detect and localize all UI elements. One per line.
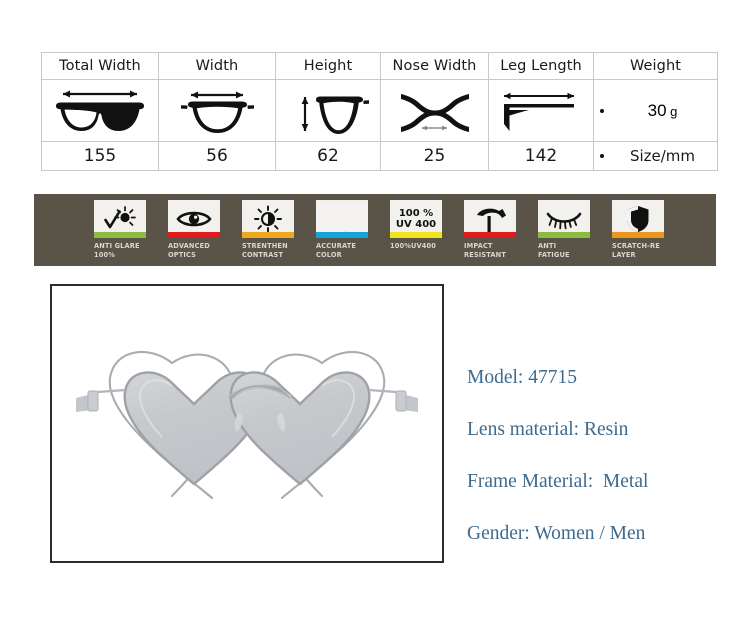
feature-scratch-resistant-layer: SCRATCH-RE LAYER [612, 200, 685, 260]
value-height: 62 [275, 141, 381, 171]
contrast-sun-icon [242, 203, 294, 236]
weight-unit-text: g [670, 103, 678, 119]
feature-tile [316, 200, 368, 238]
header-leg-length: Leg Length [488, 52, 594, 80]
value-nose-width: 25 [380, 141, 489, 171]
cell-total-width-icon [41, 79, 159, 142]
cell-width-icon [158, 79, 276, 142]
leg-length-icon [489, 82, 593, 139]
feature-label: SCRATCH-RE LAYER [612, 242, 660, 259]
weight-value-wrap: 30 g [608, 101, 717, 121]
value-size-unit: Size/mm [593, 141, 718, 171]
size-label: Size/mm [629, 147, 696, 165]
header-height: Height [275, 52, 381, 80]
feature-tile [94, 200, 146, 238]
feature-strengthen-contrast: STRENTHEN CONTRAST [242, 200, 315, 260]
product-photo-box [50, 284, 444, 563]
spec-line-model: Model: 47715 [467, 367, 577, 388]
tile-color-strip [168, 232, 220, 238]
nose-width-icon [381, 82, 488, 139]
tile-color-strip [538, 232, 590, 238]
header-total-width: Total Width [41, 52, 159, 80]
feature-label: 100%UV400 [390, 242, 436, 250]
tile-color-strip [390, 232, 442, 238]
value-total-width: 155 [41, 141, 159, 171]
lens-width-icon [159, 82, 275, 139]
feature-accurate-color: ACCURATE COLOR [316, 200, 389, 260]
bullet-icon [600, 108, 604, 113]
header-nose-width: Nose Width [380, 52, 489, 80]
feature-label: ACCURATE COLOR [316, 242, 357, 259]
feature-tile [168, 200, 220, 238]
feature-tile [538, 200, 590, 238]
cell-weight-value: 30 g [593, 79, 718, 142]
tile-color-strip [242, 232, 294, 238]
feature-advanced-optics: ADVANCED OPTICS [168, 200, 241, 260]
feature-label: ANTI FATIGUE [538, 242, 570, 259]
feature-list: ANTI GLARE 100% ADVANCED OPTICS STRENTHE… [34, 194, 716, 266]
cell-leg-length-icon [488, 79, 594, 142]
feature-label: ANTI GLARE 100% [94, 242, 140, 259]
value-leg-length: 142 [488, 141, 594, 171]
total-width-glasses-icon [42, 82, 158, 139]
feature-impact-resistant: IMPACT RESISTANT [464, 200, 537, 260]
spec-line-frame-material: Frame Material: Metal [467, 471, 649, 492]
spec-line-gender: Gender: Women / Men [467, 523, 646, 544]
feature-tile [464, 200, 516, 238]
heart-shaped-sunglasses-photo [52, 286, 442, 561]
feature-banner: ANTI GLARE 100% ADVANCED OPTICS STRENTHE… [34, 194, 716, 266]
table-value-row: 155 56 62 25 142 Size/mm [41, 141, 718, 171]
size-bullet-row: Size/mm [594, 142, 717, 170]
uv-line-2: UV 400 [395, 219, 437, 230]
value-width: 56 [158, 141, 276, 171]
table-header-row: Total Width Width Height Nose Width Leg … [41, 52, 718, 80]
cell-nose-width-icon [380, 79, 489, 142]
uv400-text-icon: 100 % UV 400 [390, 203, 442, 236]
tile-color-strip [316, 232, 368, 238]
tile-color-strip [612, 232, 664, 238]
feature-label: STRENTHEN CONTRAST [242, 242, 288, 259]
table-icon-row: 30 g [41, 79, 718, 142]
tile-color-strip [94, 232, 146, 238]
feature-anti-glare: ANTI GLARE 100% [94, 200, 167, 260]
header-width: Width [158, 52, 276, 80]
feature-tile [242, 200, 294, 238]
weight-number: 30 [647, 100, 667, 120]
sun-check-icon [94, 203, 146, 236]
feature-uv400: 100 % UV 400 100%UV400 [390, 200, 463, 251]
tile-color-strip [464, 232, 516, 238]
shield-icon [612, 203, 664, 236]
spec-line-lens-material: Lens material: Resin [467, 419, 629, 440]
feature-tile: 100 % UV 400 [390, 200, 442, 238]
cell-height-icon [275, 79, 381, 142]
feature-label: IMPACT RESISTANT [464, 242, 506, 259]
feature-anti-fatigue: ANTI FATIGUE [538, 200, 611, 260]
hammer-icon [464, 203, 516, 236]
color-gradient-icon [316, 202, 368, 236]
feature-label: ADVANCED OPTICS [168, 242, 210, 259]
eye-open-icon [168, 203, 220, 236]
bullet-icon [600, 154, 604, 158]
lens-height-icon [276, 82, 380, 139]
uv-line-1: 100 % [398, 208, 434, 219]
product-spec-text: Model: 47715 Lens material: Resin Frame … [467, 352, 742, 560]
product-detail-page: Total Width Width Height Nose Width Leg … [0, 0, 749, 622]
eye-closed-lashes-icon [538, 203, 590, 236]
header-weight: Weight [593, 52, 718, 80]
measurement-spec-table: Total Width Width Height Nose Width Leg … [41, 52, 718, 171]
feature-tile [612, 200, 664, 238]
weight-bullet-row: 30 g [594, 82, 717, 139]
